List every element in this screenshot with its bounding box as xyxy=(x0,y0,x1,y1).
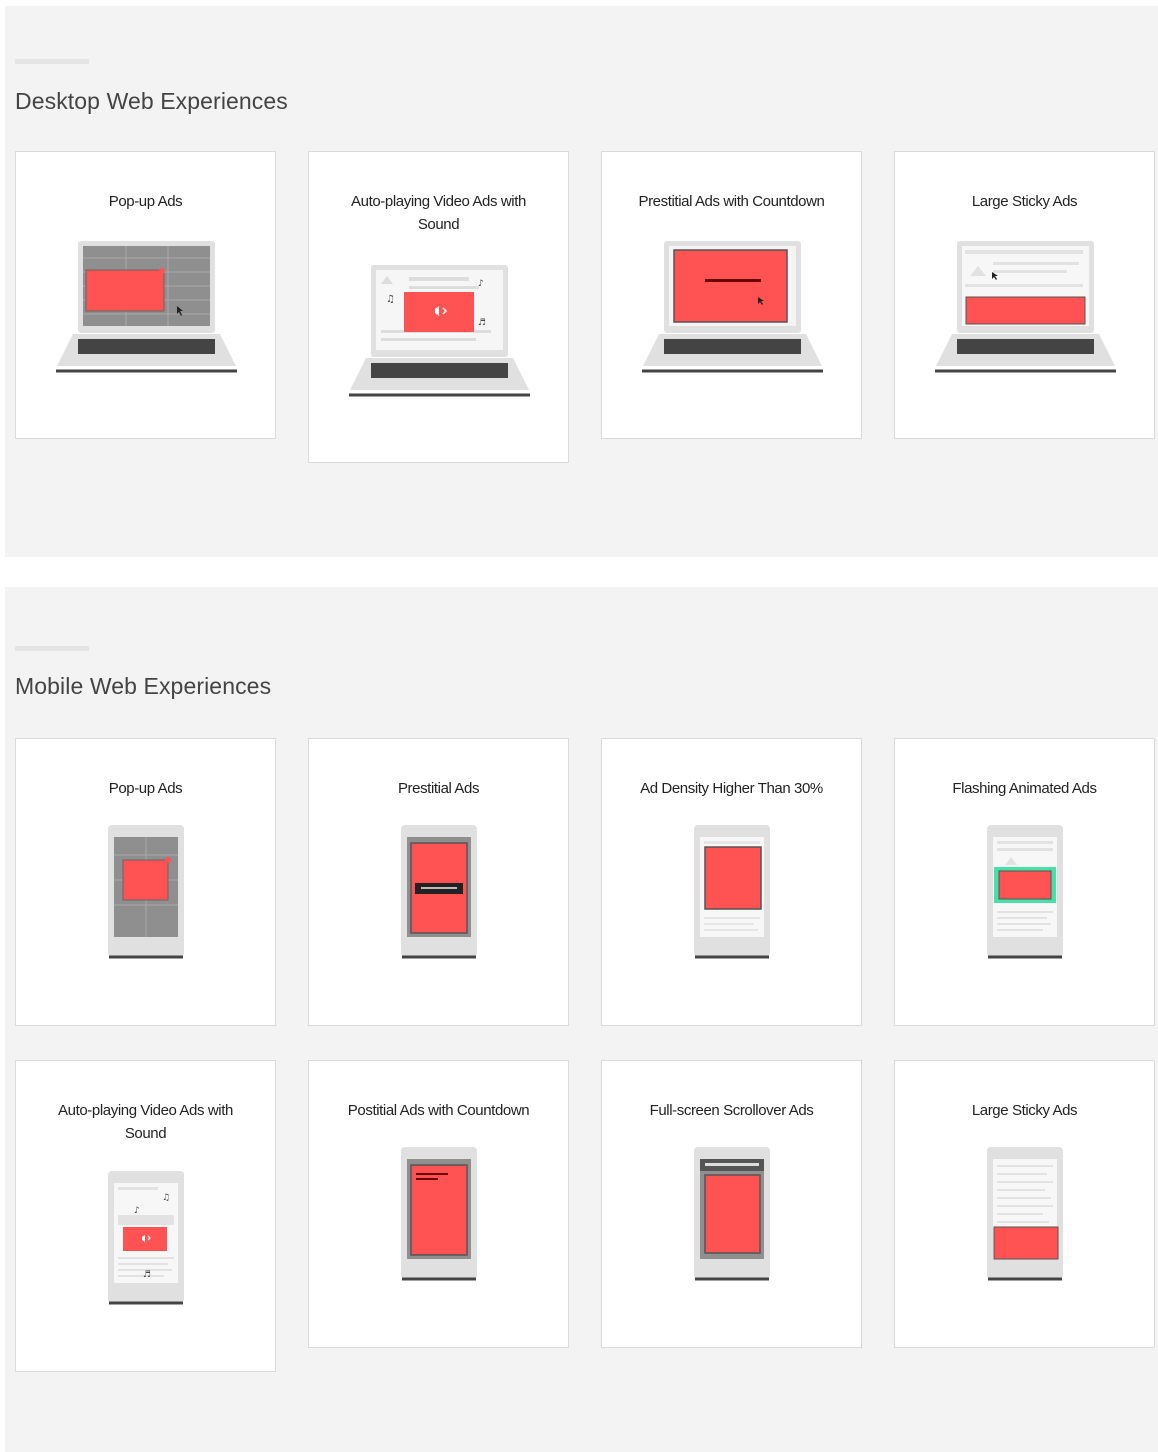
card-mobile-popup-ads[interactable]: Pop-up Ads xyxy=(15,738,276,1026)
card-title: Pop-up Ads xyxy=(108,780,183,797)
section-accent-bar xyxy=(15,646,89,651)
phone-large-sticky-ad-illustration xyxy=(987,1147,1063,1281)
card-mobile-autoplay-video-ads[interactable]: Auto-playing Video Ads with Sound ♫ ♪ ♬ xyxy=(15,1060,276,1372)
card-title: Full-screen Scrollover Ads xyxy=(649,1102,814,1119)
card-title: Prestitial Ads with Countdown xyxy=(638,193,825,210)
laptop-prestitial-countdown-ad-illustration xyxy=(642,241,823,373)
laptop-autoplay-video-ad-illustration: ♫ ♪ ♬ xyxy=(349,265,530,397)
svg-text:♬: ♬ xyxy=(143,1270,151,1280)
svg-text:♪: ♪ xyxy=(478,279,484,289)
card-title: Postitial Ads with Countdown xyxy=(347,1102,530,1119)
phone-ad-density-illustration xyxy=(694,825,770,959)
card-desktop-popup-ads[interactable]: Pop-up Ads xyxy=(15,151,276,439)
card-title: Large Sticky Ads xyxy=(971,193,1078,210)
card-title: Auto-playing Video Ads with Sound xyxy=(58,1102,233,1142)
svg-text:♪: ♪ xyxy=(134,1206,140,1216)
svg-text:♬: ♬ xyxy=(478,318,486,328)
phone-postitial-countdown-ad-illustration xyxy=(401,1147,477,1281)
card-title: Large Sticky Ads xyxy=(971,1102,1078,1119)
phone-flashing-animated-ad-illustration xyxy=(987,825,1063,959)
phone-autoplay-video-ad-illustration: ♫ ♪ ♬ xyxy=(108,1171,184,1305)
section-title-mobile: Mobile Web Experiences xyxy=(15,673,272,699)
phone-fullscreen-scrollover-ad-illustration xyxy=(694,1147,770,1281)
laptop-popup-ad-illustration xyxy=(56,241,237,373)
card-desktop-autoplay-video-ads[interactable]: Auto-playing Video Ads with Sound ♫ ♪ ♬ xyxy=(308,151,569,463)
card-title: Prestitial Ads xyxy=(397,780,480,797)
card-mobile-flashing-animated-ads[interactable]: Flashing Animated Ads xyxy=(894,738,1155,1026)
svg-text:♫: ♫ xyxy=(386,294,395,305)
card-mobile-large-sticky-ads[interactable]: Large Sticky Ads xyxy=(894,1060,1155,1348)
card-mobile-ad-density[interactable]: Ad Density Higher Than 30% xyxy=(601,738,862,1026)
card-title: Flashing Animated Ads xyxy=(952,780,1097,797)
card-title: Ad Density Higher Than 30% xyxy=(640,780,823,797)
section-accent-bar xyxy=(15,59,89,64)
phone-popup-ad-illustration xyxy=(108,825,184,959)
phone-prestitial-ad-illustration xyxy=(401,825,477,959)
card-desktop-large-sticky-ads[interactable]: Large Sticky Ads xyxy=(894,151,1155,439)
card-mobile-postitial-countdown-ads[interactable]: Postitial Ads with Countdown xyxy=(308,1060,569,1348)
mobile-section: Mobile Web Experiences Pop-up Ads Presti… xyxy=(5,587,1158,1452)
desktop-section: Desktop Web Experiences Pop-up Ads Auto-… xyxy=(5,6,1158,557)
section-title-desktop: Desktop Web Experiences xyxy=(15,88,288,114)
card-mobile-prestitial-ads[interactable]: Prestitial Ads xyxy=(308,738,569,1026)
laptop-large-sticky-ad-illustration xyxy=(935,241,1116,373)
card-mobile-fullscreen-scrollover-ads[interactable]: Full-screen Scrollover Ads xyxy=(601,1060,862,1348)
svg-text:♫: ♫ xyxy=(162,1193,170,1203)
card-title: Pop-up Ads xyxy=(108,193,183,210)
card-desktop-prestitial-countdown-ads[interactable]: Prestitial Ads with Countdown xyxy=(601,151,862,439)
card-title: Auto-playing Video Ads with Sound xyxy=(351,193,526,233)
